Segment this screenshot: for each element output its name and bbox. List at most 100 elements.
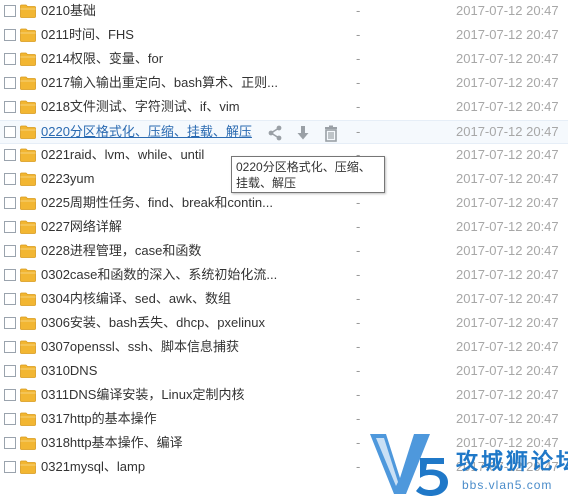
modified-date: 2017-07-12 20:47 xyxy=(456,27,559,42)
v5-logo-icon xyxy=(370,434,448,496)
file-row[interactable]: 0217输入输出重定向、bash算术、正则... - 2017-07-12 20:4… xyxy=(0,72,568,96)
file-size: - xyxy=(356,195,361,210)
file-row[interactable]: 0211时间、FHS - 2017-07-12 20:47 xyxy=(0,24,568,48)
file-name-link[interactable]: 0302case和函数的深入、系统初始化流... xyxy=(41,267,277,283)
folder-icon xyxy=(20,292,36,306)
delete-icon[interactable] xyxy=(322,124,340,142)
file-size: - xyxy=(356,51,361,66)
file-row[interactable]: 0302case和函数的深入、系统初始化流... - 2017-07-12 20:4… xyxy=(0,264,568,288)
file-size: - xyxy=(356,219,361,234)
row-checkbox[interactable] xyxy=(4,126,16,138)
file-name-link[interactable]: 0218文件测试、字符测试、if、vim xyxy=(41,99,240,115)
file-size: - xyxy=(356,459,361,474)
file-name-link[interactable]: 0211时间、FHS xyxy=(41,27,134,43)
file-name-link[interactable]: 0225周期性任务、find、break和contin... xyxy=(41,195,273,211)
file-name-link[interactable]: 0223yum xyxy=(41,171,94,187)
file-row[interactable]: 0227网络详解 - 2017-07-12 20:47 xyxy=(0,216,568,240)
folder-icon xyxy=(20,4,36,18)
file-name-link[interactable]: 0214权限、变量、for xyxy=(41,51,163,67)
folder-icon xyxy=(20,340,36,354)
file-size: - xyxy=(356,387,361,402)
file-size: - xyxy=(356,411,361,426)
file-size: - xyxy=(356,267,361,282)
modified-date: 2017-07-12 20:47 xyxy=(456,51,559,66)
row-checkbox[interactable] xyxy=(4,77,16,89)
file-name-link[interactable]: 0310DNS xyxy=(41,363,97,379)
file-row[interactable]: 0218文件测试、字符测试、if、vim - 2017-07-12 20:47 xyxy=(0,96,568,120)
file-size: - xyxy=(356,27,361,42)
file-name-link[interactable]: 0321mysql、lamp xyxy=(41,459,145,475)
row-checkbox[interactable] xyxy=(4,461,16,473)
modified-date: 2017-07-12 20:47 xyxy=(456,124,559,139)
row-checkbox[interactable] xyxy=(4,221,16,233)
file-name-link[interactable]: 0307openssl、ssh、脚本信息捕获 xyxy=(41,339,239,355)
file-name-link[interactable]: 0318http基本操作、编译 xyxy=(41,435,183,451)
filename-tooltip: 0220分区格式化、压缩、挂载、解压 xyxy=(231,156,385,193)
modified-date: 2017-07-12 20:47 xyxy=(456,315,559,330)
folder-icon xyxy=(20,436,36,450)
row-checkbox[interactable] xyxy=(4,269,16,281)
folder-icon xyxy=(20,244,36,258)
row-checkbox[interactable] xyxy=(4,149,16,161)
file-row[interactable]: 0214权限、变量、for - 2017-07-12 20:47 xyxy=(0,48,568,72)
modified-date: 2017-07-12 20:47 xyxy=(456,147,559,162)
share-icon[interactable] xyxy=(266,124,284,142)
folder-icon xyxy=(20,76,36,90)
file-size: - xyxy=(356,75,361,90)
file-size: - xyxy=(356,124,361,139)
file-name-link[interactable]: 0311DNS编译安装，Linux定制内核 xyxy=(41,387,244,403)
row-checkbox[interactable] xyxy=(4,365,16,377)
watermark-url: bbs.vlan5.com xyxy=(462,478,553,492)
folder-icon xyxy=(20,52,36,66)
row-checkbox[interactable] xyxy=(4,317,16,329)
file-row[interactable]: 0310DNS - 2017-07-12 20:47 xyxy=(0,360,568,384)
modified-date: 2017-07-12 20:47 xyxy=(456,291,559,306)
file-name-link[interactable]: 0217输入输出重定向、bash算术、正则... xyxy=(41,75,278,91)
row-checkbox[interactable] xyxy=(4,437,16,449)
file-name-link[interactable]: 0227网络详解 xyxy=(41,219,122,235)
file-name-link[interactable]: 0210基础 xyxy=(41,3,96,19)
watermark-title: 攻城狮论坛 xyxy=(456,449,568,474)
modified-date: 2017-07-12 20:47 xyxy=(456,387,559,402)
row-checkbox[interactable] xyxy=(4,389,16,401)
modified-date: 2017-07-12 20:47 xyxy=(456,411,559,426)
download-icon[interactable] xyxy=(294,124,312,142)
file-row[interactable]: 0307openssl、ssh、脚本信息捕获 - 2017-07-12 20:47 xyxy=(0,336,568,360)
file-name-link[interactable]: 0317http的基本操作 xyxy=(41,411,157,427)
file-name-link[interactable]: 0220分区格式化、压缩、挂载、解压 xyxy=(41,124,252,140)
row-checkbox[interactable] xyxy=(4,341,16,353)
folder-icon xyxy=(20,460,36,474)
file-size: - xyxy=(356,363,361,378)
modified-date: 2017-07-12 20:47 xyxy=(456,243,559,258)
row-checkbox[interactable] xyxy=(4,245,16,257)
row-checkbox[interactable] xyxy=(4,5,16,17)
file-name-link[interactable]: 0304内核编译、sed、awk、数组 xyxy=(41,291,231,307)
file-size: - xyxy=(356,243,361,258)
row-checkbox[interactable] xyxy=(4,101,16,113)
folder-icon xyxy=(20,412,36,426)
row-checkbox[interactable] xyxy=(4,53,16,65)
row-checkbox[interactable] xyxy=(4,197,16,209)
row-checkbox[interactable] xyxy=(4,29,16,41)
modified-date: 2017-07-12 20:47 xyxy=(456,363,559,378)
modified-date: 2017-07-12 20:47 xyxy=(456,195,559,210)
file-name-link[interactable]: 0306安装、bash丢失、dhcp、pxelinux xyxy=(41,315,265,331)
file-row[interactable]: 0306安装、bash丢失、dhcp、pxelinux - 2017-07-12 2… xyxy=(0,312,568,336)
row-checkbox[interactable] xyxy=(4,293,16,305)
modified-date: 2017-07-12 20:47 xyxy=(456,219,559,234)
file-size: - xyxy=(356,339,361,354)
file-name-link[interactable]: 0228进程管理，case和函数 xyxy=(41,243,201,259)
file-row[interactable]: 0210基础 - 2017-07-12 20:47 xyxy=(0,0,568,24)
row-checkbox[interactable] xyxy=(4,173,16,185)
row-checkbox[interactable] xyxy=(4,413,16,425)
folder-icon xyxy=(20,172,36,186)
modified-date: 2017-07-12 20:47 xyxy=(456,3,559,18)
file-name-link[interactable]: 0221raid、lvm、while、until xyxy=(41,147,204,163)
folder-icon xyxy=(20,100,36,114)
file-row[interactable]: 0225周期性任务、find、break和contin... - 2017-07-1… xyxy=(0,192,568,216)
file-row[interactable]: 0228进程管理，case和函数 - 2017-07-12 20:47 xyxy=(0,240,568,264)
file-row[interactable]: 0304内核编译、sed、awk、数组 - 2017-07-12 20:47 xyxy=(0,288,568,312)
file-size: - xyxy=(356,435,361,450)
file-row[interactable]: 0311DNS编译安装，Linux定制内核 - 2017-07-12 20:47 xyxy=(0,384,568,408)
file-row[interactable]: 0220分区格式化、压缩、挂载、解压 - 2017-07-12 20:47 xyxy=(0,120,568,144)
